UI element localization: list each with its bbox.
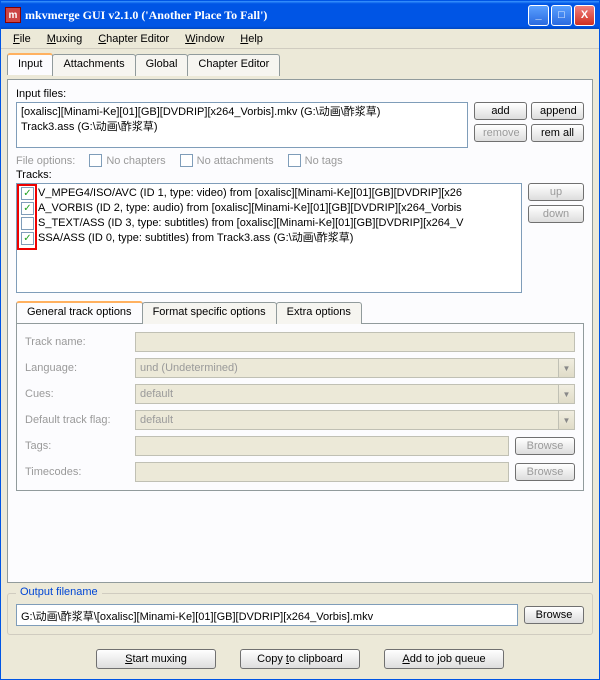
menubar: File Muxing Chapter Editor Window Help	[1, 29, 599, 49]
timecodes-label: Timecodes:	[25, 466, 135, 478]
track-checkbox[interactable]	[21, 187, 34, 200]
track-name-label: Track name:	[25, 336, 135, 348]
track-subtabstrip: General track options Format specific op…	[16, 301, 584, 323]
output-browse-button[interactable]: Browse	[524, 606, 584, 624]
no-attachments-label: No attachments	[197, 155, 274, 167]
menu-help[interactable]: Help	[232, 31, 271, 47]
no-chapters-checkbox	[89, 154, 102, 167]
menu-muxing[interactable]: Muxing	[39, 31, 90, 47]
tags-label: Tags:	[25, 440, 135, 452]
no-tags-checkbox	[288, 154, 301, 167]
list-item[interactable]: [oxalisc][Minami-Ke][01][GB][DVDRIP][x26…	[21, 105, 463, 120]
subtab-general[interactable]: General track options	[16, 301, 143, 323]
tracks-list[interactable]: V_MPEG4/ISO/AVC (ID 1, type: video) from…	[16, 183, 522, 293]
tags-field	[135, 436, 509, 456]
tracks-label: Tracks:	[16, 169, 584, 181]
list-item[interactable]: Track3.ass (G:\动画\酢浆草)	[21, 120, 463, 135]
menu-file[interactable]: File	[5, 31, 39, 47]
remove-button[interactable]: remove	[474, 124, 527, 142]
subtab-format[interactable]: Format specific options	[142, 302, 277, 324]
subtab-general-body: Track name: Language: und (Undetermined)…	[16, 323, 584, 491]
track-text: A_VORBIS (ID 2, type: audio) from [oxali…	[38, 201, 462, 216]
copy-clipboard-button[interactable]: Copy to clipboard	[240, 649, 360, 669]
bottom-buttons: Start muxing Copy to clipboard Add to jo…	[7, 639, 593, 673]
tab-input-body: Input files: [oxalisc][Minami-Ke][01][GB…	[7, 79, 593, 583]
menu-chapter-editor[interactable]: Chapter Editor	[90, 31, 177, 47]
menu-window[interactable]: Window	[177, 31, 232, 47]
up-button[interactable]: up	[528, 183, 584, 201]
tab-attachments[interactable]: Attachments	[52, 54, 135, 76]
minimize-button[interactable]: _	[528, 5, 549, 26]
track-row[interactable]: S_TEXT/ASS (ID 3, type: subtitles) from …	[21, 216, 517, 231]
language-combo: und (Undetermined) ▼	[135, 358, 575, 378]
main-tabstrip: Input Attachments Global Chapter Editor	[7, 53, 593, 75]
chevron-down-icon: ▼	[558, 385, 574, 403]
track-row[interactable]: V_MPEG4/ISO/AVC (ID 1, type: video) from…	[21, 186, 517, 201]
close-button[interactable]: X	[574, 5, 595, 26]
tab-input[interactable]: Input	[7, 53, 53, 75]
no-tags-label: No tags	[305, 155, 343, 167]
track-text: SSA/ASS (ID 0, type: subtitles) from Tra…	[38, 231, 353, 246]
down-button[interactable]: down	[528, 205, 584, 223]
track-row[interactable]: A_VORBIS (ID 2, type: audio) from [oxali…	[21, 201, 517, 216]
maximize-button[interactable]: □	[551, 5, 572, 26]
track-name-field	[135, 332, 575, 352]
start-muxing-button[interactable]: Start muxing	[96, 649, 216, 669]
track-text: S_TEXT/ASS (ID 3, type: subtitles) from …	[38, 216, 463, 231]
no-attachments-checkbox	[180, 154, 193, 167]
app-icon: m	[5, 7, 21, 23]
append-button[interactable]: append	[531, 102, 584, 120]
input-files-list[interactable]: [oxalisc][Minami-Ke][01][GB][DVDRIP][x26…	[16, 102, 468, 148]
tab-global[interactable]: Global	[135, 54, 189, 76]
cues-combo: default ▼	[135, 384, 575, 404]
output-legend: Output filename	[16, 586, 102, 598]
remall-button[interactable]: rem all	[531, 124, 584, 142]
input-files-label: Input files:	[16, 88, 584, 100]
timecodes-field	[135, 462, 509, 482]
language-value: und (Undetermined)	[140, 362, 238, 374]
file-options-label: File options:	[16, 155, 75, 167]
track-text: V_MPEG4/ISO/AVC (ID 1, type: video) from…	[38, 186, 462, 201]
default-flag-label: Default track flag:	[25, 414, 135, 426]
tab-chapter-editor[interactable]: Chapter Editor	[187, 54, 280, 76]
cues-label: Cues:	[25, 388, 135, 400]
add-job-queue-button[interactable]: Add to job queue	[384, 649, 504, 669]
titlebar[interactable]: m mkvmerge GUI v2.1.0 ('Another Place To…	[1, 1, 599, 29]
chevron-down-icon: ▼	[558, 359, 574, 377]
window-title: mkvmerge GUI v2.1.0 ('Another Place To F…	[25, 8, 528, 23]
track-row[interactable]: SSA/ASS (ID 0, type: subtitles) from Tra…	[21, 231, 517, 246]
add-button[interactable]: add	[474, 102, 527, 120]
track-checkbox[interactable]	[21, 202, 34, 215]
default-flag-combo: default ▼	[135, 410, 575, 430]
timecodes-browse-button[interactable]: Browse	[515, 463, 575, 481]
track-checkbox[interactable]	[21, 217, 34, 230]
cues-value: default	[140, 388, 173, 400]
chevron-down-icon: ▼	[558, 411, 574, 429]
output-filename-field[interactable]: G:\动画\酢浆草\[oxalisc][Minami-Ke][01][GB][D…	[16, 604, 518, 626]
default-flag-value: default	[140, 414, 173, 426]
output-group: Output filename G:\动画\酢浆草\[oxalisc][Mina…	[7, 593, 593, 635]
subtab-extra[interactable]: Extra options	[276, 302, 362, 324]
language-label: Language:	[25, 362, 135, 374]
track-checkbox[interactable]	[21, 232, 34, 245]
no-chapters-label: No chapters	[106, 155, 165, 167]
tags-browse-button[interactable]: Browse	[515, 437, 575, 455]
